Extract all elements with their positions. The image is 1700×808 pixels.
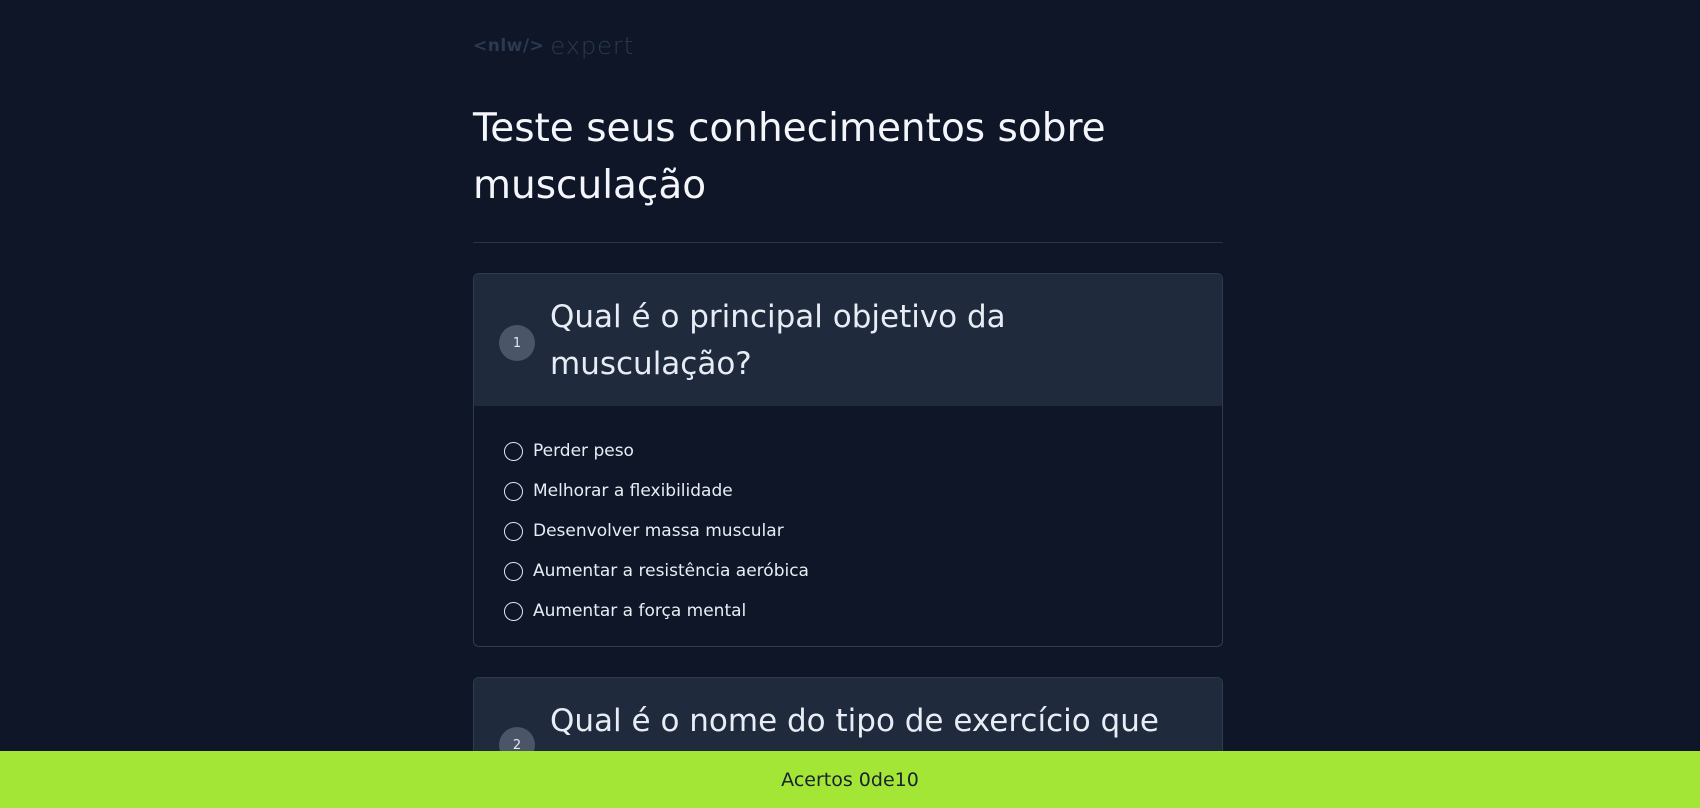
question-text: Qual é o principal objetivo da musculaçã… — [550, 299, 1006, 382]
answer-option-label[interactable]: Melhorar a flexibilidade — [533, 481, 733, 501]
answer-option[interactable]: Melhorar a flexibilidade — [504, 471, 809, 511]
question-number-badge: 1 — [499, 325, 535, 361]
answer-option[interactable]: Aumentar a força mental — [504, 591, 809, 631]
radio-button[interactable] — [504, 481, 523, 501]
radio-button[interactable] — [504, 561, 523, 581]
score-footer: Acertos 0de10 — [0, 751, 1700, 808]
question-header: 1 Qual é o principal objetivo da muscula… — [474, 274, 1222, 406]
answer-option-label[interactable]: Desenvolver massa muscular — [533, 521, 784, 541]
radio-button[interactable] — [504, 441, 523, 461]
divider — [473, 242, 1223, 243]
logo-word: expert — [550, 32, 635, 60]
page-title: Teste seus conhecimentos sobre musculaçã… — [473, 106, 1106, 208]
nlw-expert-logo: <nlw/> expert — [473, 32, 634, 60]
quiz-page: <nlw/> expert Teste seus conhecimentos s… — [0, 0, 1700, 808]
question-card-1: 1 Qual é o principal objetivo da muscula… — [473, 273, 1223, 647]
logo-tag: <nlw/> — [473, 36, 545, 56]
question-text: Qual é o nome do tipo de exercício que — [550, 703, 1159, 739]
answer-option-label[interactable]: Perder peso — [533, 441, 634, 461]
radio-button[interactable] — [504, 601, 523, 621]
answer-option[interactable]: Perder peso — [504, 431, 809, 471]
answer-option-label[interactable]: Aumentar a força mental — [533, 601, 746, 621]
answer-option-label[interactable]: Aumentar a resistência aeróbica — [533, 561, 809, 581]
score-label: Acertos 0de10 — [781, 768, 919, 791]
answer-options: Perder peso Melhorar a flexibilidade Des… — [504, 431, 809, 631]
answer-option[interactable]: Desenvolver massa muscular — [504, 511, 809, 551]
radio-button[interactable] — [504, 521, 523, 541]
answer-option[interactable]: Aumentar a resistência aeróbica — [504, 551, 809, 591]
